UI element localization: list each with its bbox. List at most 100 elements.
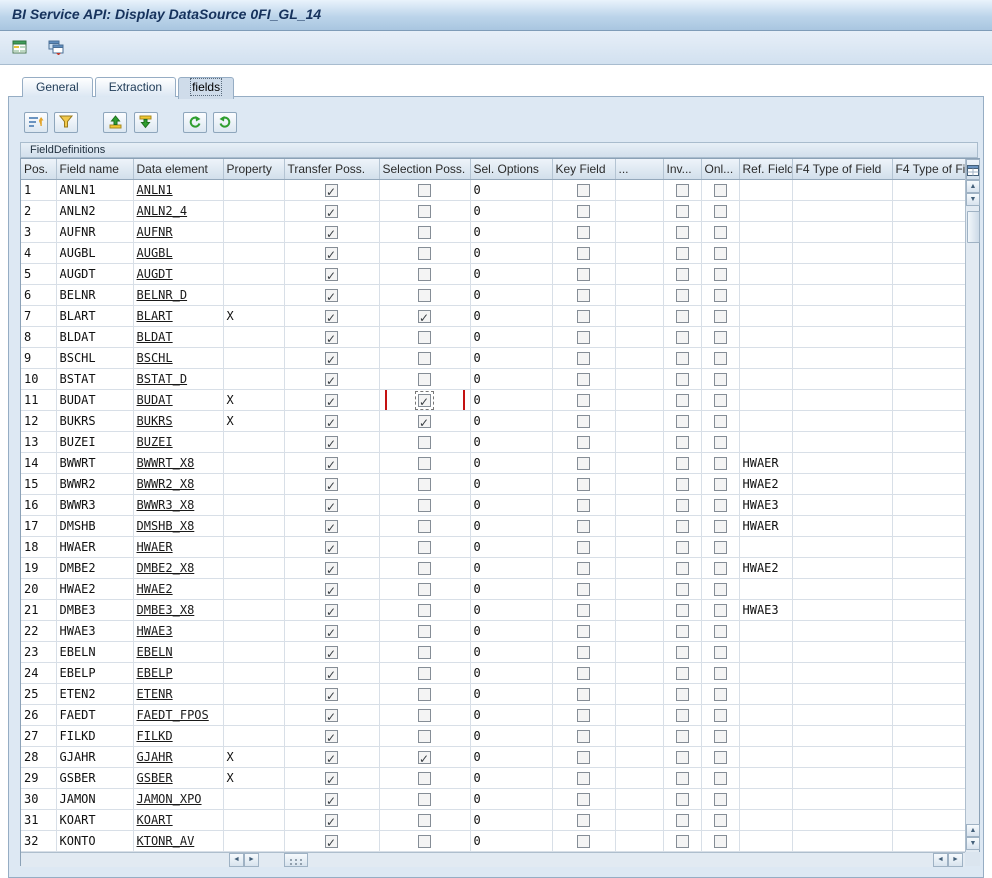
cell-data-element-link[interactable]: KOART (137, 813, 173, 827)
online-checkbox[interactable] (714, 268, 727, 281)
horizontal-scrollbar[interactable]: ◄ ► ◄ ► (21, 852, 965, 867)
online-checkbox[interactable] (714, 352, 727, 365)
transfer-possible-checkbox[interactable] (325, 478, 338, 491)
cell-data-element-link[interactable]: DMBE3_X8 (137, 603, 195, 617)
online-checkbox[interactable] (714, 583, 727, 596)
key-field-checkbox[interactable] (577, 499, 590, 512)
inversion-checkbox[interactable] (676, 373, 689, 386)
inversion-checkbox[interactable] (676, 709, 689, 722)
inversion-checkbox[interactable] (676, 667, 689, 680)
column-header-pos[interactable]: Pos. (21, 159, 56, 180)
selection-possible-checkbox[interactable] (418, 415, 431, 428)
tab-extraction[interactable]: Extraction (95, 77, 176, 97)
online-checkbox[interactable] (714, 541, 727, 554)
transfer-possible-checkbox[interactable] (325, 499, 338, 512)
online-checkbox[interactable] (714, 835, 727, 848)
key-field-checkbox[interactable] (577, 583, 590, 596)
cell-data-element-link[interactable]: BWWRT_X8 (137, 456, 195, 470)
selection-possible-checkbox[interactable] (418, 541, 431, 554)
cell-data-element-link[interactable]: BLDAT (137, 330, 173, 344)
key-field-checkbox[interactable] (577, 289, 590, 302)
inversion-checkbox[interactable] (676, 331, 689, 344)
move-up-button[interactable] (103, 112, 127, 133)
key-field-checkbox[interactable] (577, 394, 590, 407)
inversion-checkbox[interactable] (676, 247, 689, 260)
selection-possible-checkbox[interactable] (418, 310, 431, 323)
table-settings-button[interactable] (966, 159, 980, 180)
selection-possible-checkbox[interactable] (418, 751, 431, 764)
cell-data-element-link[interactable]: BELNR_D (137, 288, 188, 302)
transfer-possible-checkbox[interactable] (325, 688, 338, 701)
selection-possible-checkbox[interactable] (418, 814, 431, 827)
inversion-checkbox[interactable] (676, 499, 689, 512)
column-header-transfer-poss[interactable]: Transfer Poss. (284, 159, 379, 180)
selection-possible-checkbox[interactable] (418, 331, 431, 344)
selection-possible-checkbox[interactable] (418, 583, 431, 596)
key-field-checkbox[interactable] (577, 772, 590, 785)
key-field-checkbox[interactable] (577, 331, 590, 344)
transfer-possible-checkbox[interactable] (325, 835, 338, 848)
cell-data-element-link[interactable]: AUGBL (137, 246, 173, 260)
online-checkbox[interactable] (714, 646, 727, 659)
tab-general[interactable]: General (22, 77, 93, 97)
column-header-col-8[interactable]: ... (615, 159, 663, 180)
online-checkbox[interactable] (714, 667, 727, 680)
cell-data-element-link[interactable]: BUDAT (137, 393, 173, 407)
scroll-down-bottom-button[interactable]: ▼ (966, 837, 980, 850)
transfer-possible-checkbox[interactable] (325, 625, 338, 638)
transfer-possible-checkbox[interactable] (325, 646, 338, 659)
key-field-checkbox[interactable] (577, 709, 590, 722)
cell-data-element-link[interactable]: AUGDT (137, 267, 173, 281)
column-header-property[interactable]: Property (223, 159, 284, 180)
transfer-possible-checkbox[interactable] (325, 268, 338, 281)
column-header-data-element[interactable]: Data element (133, 159, 223, 180)
cell-data-element-link[interactable]: ETENR (137, 687, 173, 701)
online-checkbox[interactable] (714, 331, 727, 344)
online-checkbox[interactable] (714, 415, 727, 428)
cell-data-element-link[interactable]: BUZEI (137, 435, 173, 449)
cell-data-element-link[interactable]: BUKRS (137, 414, 173, 428)
selection-possible-checkbox[interactable] (418, 793, 431, 806)
online-checkbox[interactable] (714, 394, 727, 407)
inversion-checkbox[interactable] (676, 457, 689, 470)
column-header-sel-options[interactable]: Sel. Options (470, 159, 552, 180)
transfer-possible-checkbox[interactable] (325, 226, 338, 239)
inversion-checkbox[interactable] (676, 520, 689, 533)
column-header-field-name[interactable]: Field name (56, 159, 133, 180)
scroll-left-button[interactable]: ◄ (229, 853, 244, 867)
online-checkbox[interactable] (714, 478, 727, 491)
online-checkbox[interactable] (714, 751, 727, 764)
transfer-possible-checkbox[interactable] (325, 520, 338, 533)
cell-data-element-link[interactable]: GJAHR (137, 750, 173, 764)
online-checkbox[interactable] (714, 604, 727, 617)
related-window-button[interactable] (44, 36, 68, 60)
column-header-selection-poss[interactable]: Selection Poss. (379, 159, 470, 180)
selection-possible-checkbox[interactable] (418, 184, 431, 197)
online-checkbox[interactable] (714, 688, 727, 701)
cell-data-element-link[interactable]: BSCHL (137, 351, 173, 365)
selection-possible-checkbox[interactable] (418, 268, 431, 281)
selection-possible-checkbox[interactable] (418, 835, 431, 848)
online-checkbox[interactable] (714, 436, 727, 449)
online-checkbox[interactable] (714, 772, 727, 785)
online-checkbox[interactable] (714, 730, 727, 743)
cell-data-element-link[interactable]: BLART (137, 309, 173, 323)
cell-data-element-link[interactable]: ANLN2_4 (137, 204, 188, 218)
transfer-possible-checkbox[interactable] (325, 184, 338, 197)
cell-data-element-link[interactable]: BWWR3_X8 (137, 498, 195, 512)
key-field-checkbox[interactable] (577, 541, 590, 554)
filter-button[interactable] (54, 112, 78, 133)
online-checkbox[interactable] (714, 289, 727, 302)
key-field-checkbox[interactable] (577, 226, 590, 239)
rotate-left-button[interactable] (183, 112, 207, 133)
selection-possible-checkbox[interactable] (418, 667, 431, 680)
selection-possible-checkbox[interactable] (418, 436, 431, 449)
key-field-checkbox[interactable] (577, 478, 590, 491)
inversion-checkbox[interactable] (676, 436, 689, 449)
key-field-checkbox[interactable] (577, 751, 590, 764)
selection-possible-checkbox[interactable] (418, 247, 431, 260)
online-checkbox[interactable] (714, 184, 727, 197)
selection-possible-checkbox[interactable] (418, 352, 431, 365)
inversion-checkbox[interactable] (676, 730, 689, 743)
scroll-up-bottom-button[interactable]: ▲ (966, 824, 980, 837)
